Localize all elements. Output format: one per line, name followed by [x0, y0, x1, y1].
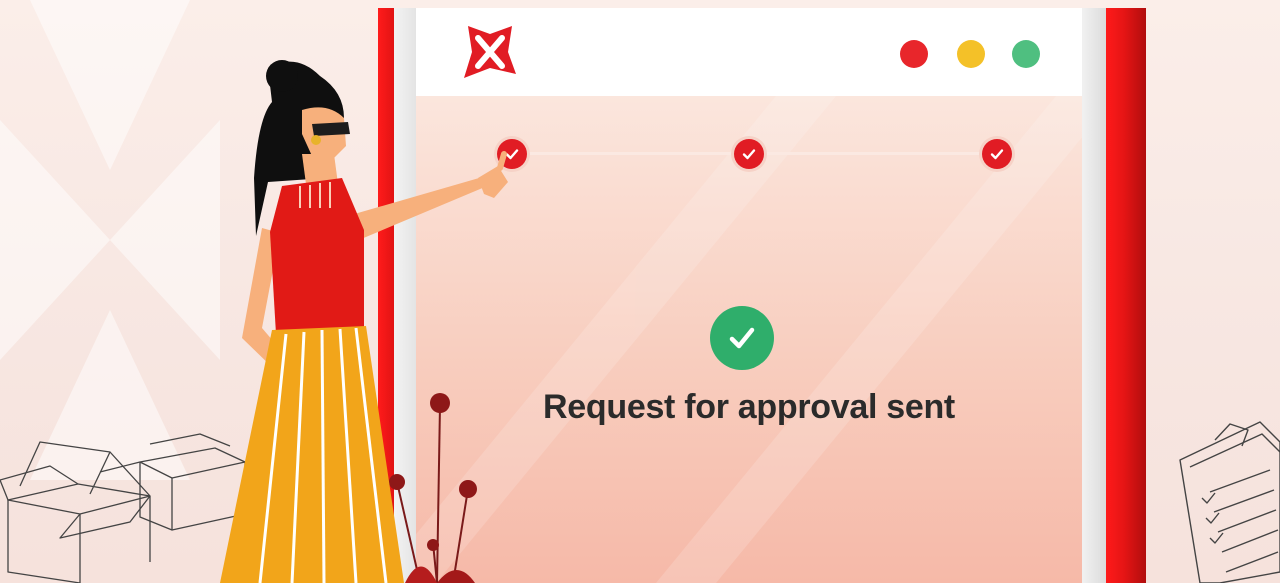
device-frame-right: [1106, 8, 1146, 583]
progress-step-3: [982, 139, 1012, 169]
boxes-illustration: [0, 433, 246, 583]
woman-illustration: [220, 60, 508, 583]
window-close-light[interactable]: [900, 40, 928, 68]
check-icon: [990, 149, 1004, 160]
success-check-mark: [729, 327, 755, 349]
check-icon: [742, 149, 756, 160]
window-maximize-light[interactable]: [1012, 40, 1040, 68]
window-minimize-light[interactable]: [957, 40, 985, 68]
clipboard-illustration: [1179, 421, 1280, 583]
progress-step-2: [734, 139, 764, 169]
device-inner-frame-right: [1082, 8, 1106, 583]
check-circle-icon: [710, 306, 774, 370]
